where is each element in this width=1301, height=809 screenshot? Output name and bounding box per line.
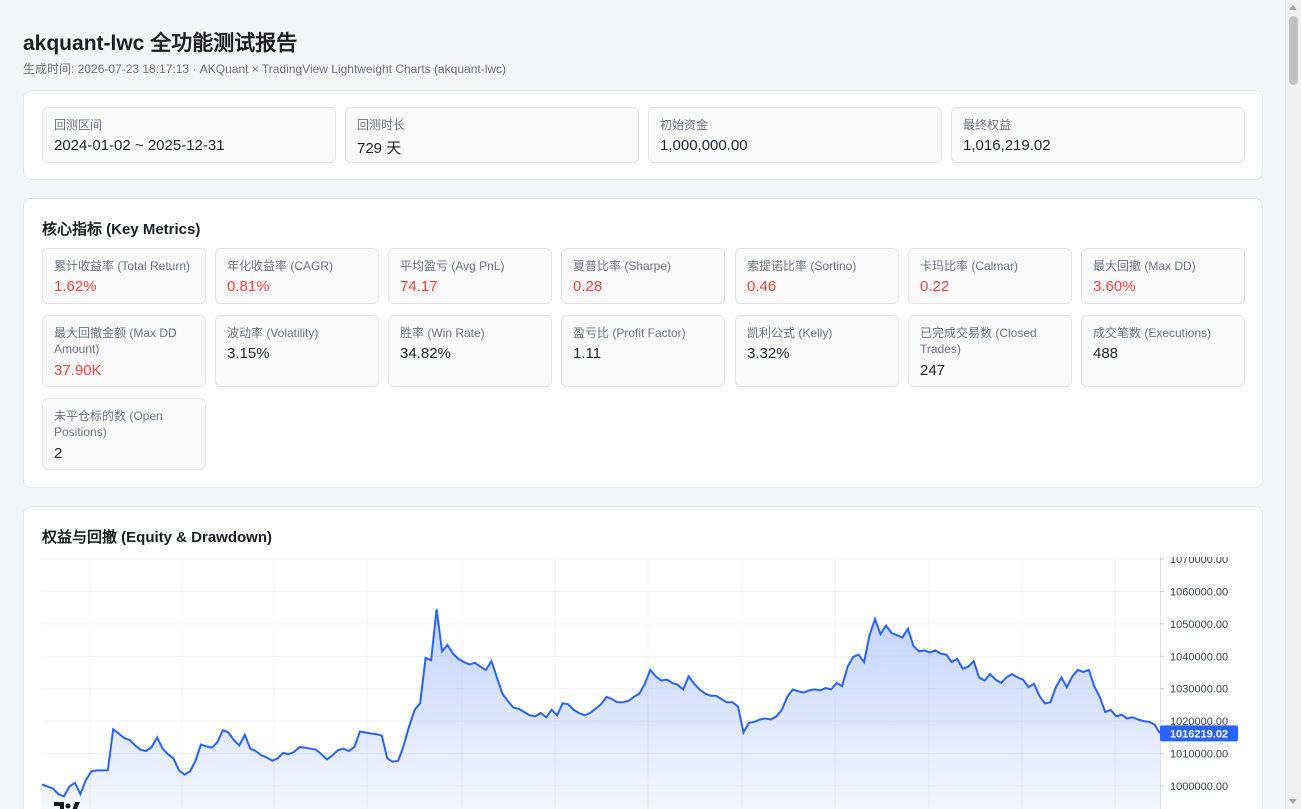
metric-label: 凯利公式 (Kelly) — [747, 326, 833, 340]
metric-label: 平均盈亏 (Avg PnL) — [400, 259, 505, 273]
metric-value: 1.62% — [54, 278, 97, 295]
y-tick-label: 1030000.00 — [1170, 684, 1228, 696]
metric-label: 盈亏比 (Profit Factor) — [573, 326, 686, 340]
y-tick-label: 1040000.00 — [1170, 651, 1228, 663]
metric-box: 卡玛比率 (Calmar) 0.22 — [908, 248, 1072, 304]
metric-label: 卡玛比率 (Calmar) — [920, 259, 1018, 273]
metric-box: 最大回撤金额 (Max DD Amount) 37.90K — [42, 315, 206, 387]
metric-value: 0.22 — [920, 278, 950, 295]
summary-initial-capital: 初始资金 1,000,000.00 — [648, 107, 942, 163]
summary-label: 初始资金 — [660, 118, 709, 132]
metric-box: 索提诺比率 (Sortino) 0.46 — [735, 248, 899, 304]
metric-box: 平均盈亏 (Avg PnL) 74.17 — [388, 248, 552, 304]
metric-box: 已完成交易数 (Closed Trades) 247 — [908, 315, 1072, 387]
metric-value: 1.11 — [573, 345, 602, 362]
equity-chart[interactable]: 1000000.001010000.001020000.001030000.00… — [42, 557, 1244, 809]
metric-value: 2 — [54, 445, 63, 462]
page-subtitle: 生成时间: 2026-07-23 18:17:13 · AKQuant × Tr… — [23, 62, 507, 76]
scrollbar-thumb[interactable] — [1289, 16, 1298, 85]
summary-value: 1,016,219.02 — [963, 137, 1051, 154]
metric-value: 34.82% — [400, 345, 451, 362]
y-tick-label: 1070000.00 — [1170, 557, 1228, 566]
y-tick-label: 1060000.00 — [1170, 586, 1228, 598]
summary-label: 回测时长 — [357, 118, 406, 132]
metric-box: 胜率 (Win Rate) 34.82% — [388, 315, 552, 387]
metric-value: 488 — [1093, 345, 1119, 362]
scroll-up-arrow-icon[interactable] — [1289, 5, 1297, 10]
metric-value: 247 — [920, 362, 946, 379]
metric-box: 盈亏比 (Profit Factor) 1.11 — [561, 315, 725, 387]
summary-backtest-range: 回测区间 2024-01-02 ~ 2025-12-31 — [42, 107, 336, 163]
summary-label: 最终权益 — [963, 118, 1012, 132]
metric-label: 胜率 (Win Rate) — [400, 326, 485, 340]
metric-box: 累计收益率 (Total Return) 1.62% — [42, 248, 206, 304]
summary-value: 2024-01-02 ~ 2025-12-31 — [54, 137, 225, 154]
metric-value: 0.46 — [747, 278, 777, 295]
metric-label: 最大回撤 (Max DD) — [1093, 259, 1196, 273]
metric-label: 年化收益率 (CAGR) — [227, 259, 333, 273]
equity-area — [42, 609, 1160, 809]
metric-box: 未平仓标的数 (Open Positions) 2 — [42, 398, 206, 470]
metric-label: 索提诺比率 (Sortino) — [747, 259, 857, 273]
metric-label: 未平仓标的数 (Open Positions) — [54, 409, 163, 439]
metric-box: 夏普比率 (Sharpe) 0.28 — [561, 248, 725, 304]
last-value-badge: 1016219.02 — [1160, 725, 1238, 742]
metric-label: 成交笔数 (Executions) — [1093, 326, 1212, 340]
summary-card: 回测区间 2024-01-02 ~ 2025-12-31 回测时长 729 天 … — [23, 90, 1263, 180]
equity-title: 权益与回撤 (Equity & Drawdown) — [42, 529, 272, 546]
summary-value: 729 天 — [357, 140, 402, 157]
metric-value: 0.28 — [573, 278, 603, 295]
page-scrollbar[interactable] — [1285, 0, 1301, 809]
metric-value: 3.60% — [1093, 278, 1136, 295]
metric-value: 3.32% — [747, 345, 790, 362]
metric-label: 累计收益率 (Total Return) — [54, 259, 191, 273]
metric-box: 波动率 (Volatility) 3.15% — [215, 315, 379, 387]
metric-box: 成交笔数 (Executions) 488 — [1081, 315, 1245, 387]
svg-text:1016219.02: 1016219.02 — [1170, 728, 1228, 740]
scroll-down-arrow-icon[interactable] — [1289, 799, 1297, 804]
metric-box: 年化收益率 (CAGR) 0.81% — [215, 248, 379, 304]
page-title: akquant-lwc 全功能测试报告 — [23, 32, 298, 55]
y-tick-label: 1010000.00 — [1170, 749, 1228, 761]
metrics-card: 核心指标 (Key Metrics) 累计收益率 (Total Return) 1… — [23, 198, 1263, 488]
summary-value: 1,000,000.00 — [660, 137, 748, 154]
metric-value: 37.90K — [54, 362, 102, 379]
metric-label: 夏普比率 (Sharpe) — [573, 259, 672, 273]
metric-value: 74.17 — [400, 278, 438, 295]
metric-value: 0.81% — [227, 278, 270, 295]
metric-box: 凯利公式 (Kelly) 3.32% — [735, 315, 899, 387]
summary-backtest-duration: 回测时长 729 天 — [345, 107, 639, 163]
summary-final-equity: 最终权益 1,016,219.02 — [951, 107, 1245, 163]
metrics-title: 核心指标 (Key Metrics) — [42, 221, 201, 238]
price-scale: 1000000.001010000.001020000.001030000.00… — [1160, 557, 1228, 793]
y-tick-label: 1050000.00 — [1170, 619, 1228, 631]
metric-box: 最大回撤 (Max DD) 3.60% — [1081, 248, 1245, 304]
y-tick-label: 1000000.00 — [1170, 781, 1228, 793]
summary-label: 回测区间 — [54, 118, 103, 132]
equity-card: 权益与回撤 (Equity & Drawdown) 1000000.00 1010… — [23, 506, 1263, 809]
metric-label: 波动率 (Volatility) — [227, 326, 319, 340]
metric-label: 已完成交易数 (Closed Trades) — [920, 326, 1037, 356]
metric-label: 最大回撤金额 (Max DD Amount) — [54, 326, 177, 356]
metric-value: 3.15% — [227, 345, 270, 362]
